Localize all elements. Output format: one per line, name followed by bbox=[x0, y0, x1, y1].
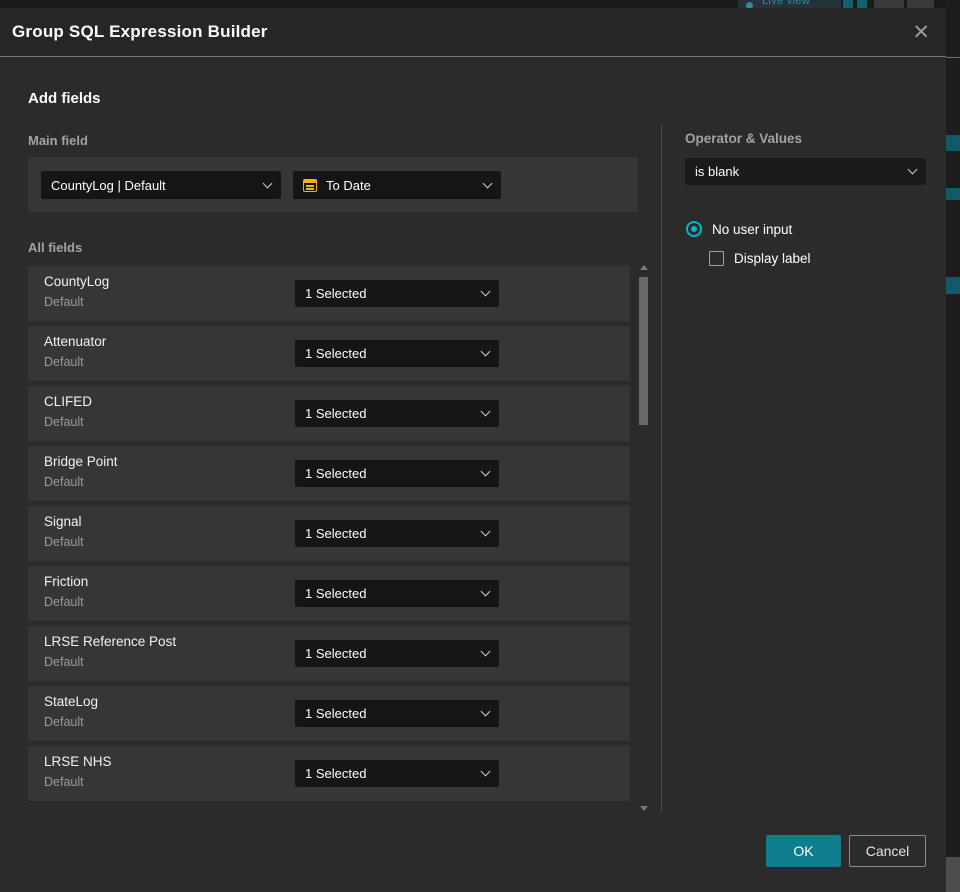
chevron-down-icon bbox=[480, 646, 491, 657]
selection-count: 1 Selected bbox=[305, 766, 367, 781]
radio-selected-icon bbox=[686, 221, 702, 237]
main-field-dropdown-value: CountyLog | Default bbox=[51, 177, 166, 193]
dialog-header: Group SQL Expression Builder ✕ bbox=[0, 8, 946, 57]
selection-count: 1 Selected bbox=[305, 286, 367, 301]
chevron-down-icon bbox=[480, 526, 491, 537]
list-item: Friction Default 1 Selected bbox=[28, 566, 630, 621]
list-item: Attenuator Default 1 Selected bbox=[28, 326, 630, 381]
field-selection-dropdown[interactable]: 1 Selected bbox=[295, 400, 499, 427]
field-subtitle: Default bbox=[44, 535, 84, 549]
scroll-up-icon[interactable] bbox=[639, 265, 648, 270]
field-name: LRSE Reference Post bbox=[44, 634, 177, 649]
chevron-down-icon bbox=[480, 586, 491, 597]
main-field-dropdown[interactable]: CountyLog | Default bbox=[41, 171, 281, 199]
field-subtitle: Default bbox=[44, 655, 84, 669]
field-subtitle: Default bbox=[44, 715, 84, 729]
list-item: CLIFED Default 1 Selected bbox=[28, 386, 630, 441]
close-icon[interactable]: ✕ bbox=[912, 22, 930, 43]
field-name: Signal bbox=[44, 514, 82, 529]
field-name: Friction bbox=[44, 574, 89, 589]
selection-count: 1 Selected bbox=[305, 346, 367, 361]
selection-count: 1 Selected bbox=[305, 466, 367, 481]
field-subtitle: Default bbox=[44, 355, 84, 369]
field-type-dropdown[interactable]: To Date bbox=[293, 171, 501, 199]
screen: Live view Group SQL Expression Builder ✕… bbox=[0, 0, 960, 892]
field-selection-dropdown[interactable]: 1 Selected bbox=[295, 460, 499, 487]
chevron-down-icon bbox=[480, 286, 491, 297]
chevron-down-icon bbox=[482, 178, 493, 188]
live-view-label: Live view bbox=[762, 0, 810, 7]
main-field-panel: CountyLog | Default To Date bbox=[28, 157, 638, 212]
all-fields-label: All fields bbox=[28, 240, 83, 255]
operator-values-label: Operator & Values bbox=[685, 131, 803, 146]
backdrop-fragment bbox=[874, 0, 904, 8]
field-subtitle: Default bbox=[44, 775, 84, 789]
no-user-input-radio[interactable]: No user input bbox=[686, 221, 792, 237]
live-view-chip: Live view bbox=[738, 0, 841, 8]
backdrop-fragment bbox=[843, 0, 853, 8]
field-selection-dropdown[interactable]: 1 Selected bbox=[295, 280, 499, 307]
add-fields-heading: Add fields bbox=[28, 90, 101, 107]
field-selection-dropdown[interactable]: 1 Selected bbox=[295, 580, 499, 607]
backdrop-fragment bbox=[946, 135, 960, 151]
field-name: LRSE NHS bbox=[44, 754, 112, 769]
operator-dropdown[interactable]: is blank bbox=[685, 158, 926, 185]
chevron-down-icon bbox=[480, 346, 491, 357]
operator-dropdown-value: is blank bbox=[695, 164, 740, 179]
backdrop-fragment bbox=[946, 277, 960, 294]
calendar-icon bbox=[303, 179, 317, 192]
list-item: Signal Default 1 Selected bbox=[28, 506, 630, 561]
field-name: CountyLog bbox=[44, 274, 110, 289]
field-subtitle: Default bbox=[44, 475, 84, 489]
selection-count: 1 Selected bbox=[305, 586, 367, 601]
chevron-down-icon bbox=[907, 164, 918, 175]
selection-count: 1 Selected bbox=[305, 706, 367, 721]
selection-count: 1 Selected bbox=[305, 526, 367, 541]
field-selection-dropdown[interactable]: 1 Selected bbox=[295, 760, 499, 787]
selection-count: 1 Selected bbox=[305, 646, 367, 661]
checkbox-unchecked-icon bbox=[709, 251, 724, 266]
field-name: CLIFED bbox=[44, 394, 93, 409]
chevron-down-icon bbox=[480, 766, 491, 777]
backdrop-right-strip bbox=[946, 0, 960, 892]
list-item: Bridge Point Default 1 Selected bbox=[28, 446, 630, 501]
field-name: Attenuator bbox=[44, 334, 107, 349]
scrollbar-thumb[interactable] bbox=[639, 277, 648, 425]
list-item: LRSE NHS Default 1 Selected bbox=[28, 746, 630, 801]
list-item: CountyLog Default 1 Selected bbox=[28, 266, 630, 321]
backdrop-fragment bbox=[857, 0, 867, 8]
chevron-down-icon bbox=[262, 178, 273, 188]
field-type-dropdown-value: To Date bbox=[326, 177, 371, 193]
selection-count: 1 Selected bbox=[305, 406, 367, 421]
list-scrollbar[interactable] bbox=[638, 262, 649, 814]
chevron-down-icon bbox=[480, 406, 491, 417]
main-field-label: Main field bbox=[28, 133, 88, 148]
display-label-text: Display label bbox=[734, 251, 811, 266]
field-subtitle: Default bbox=[44, 595, 84, 609]
field-name: Bridge Point bbox=[44, 454, 118, 469]
list-item: LRSE Reference Post Default 1 Selected bbox=[28, 626, 630, 681]
backdrop-fragment bbox=[946, 857, 960, 892]
field-selection-dropdown[interactable]: 1 Selected bbox=[295, 340, 499, 367]
cancel-button[interactable]: Cancel bbox=[849, 835, 926, 867]
list-item: StateLog Default 1 Selected bbox=[28, 686, 630, 741]
dialog-title: Group SQL Expression Builder bbox=[12, 22, 268, 41]
no-user-input-label: No user input bbox=[712, 221, 793, 237]
field-subtitle: Default bbox=[44, 295, 84, 309]
backdrop-fragment bbox=[907, 0, 934, 8]
ok-button[interactable]: OK bbox=[766, 835, 841, 867]
backdrop-fragment bbox=[946, 188, 960, 200]
field-selection-dropdown[interactable]: 1 Selected bbox=[295, 640, 499, 667]
chevron-down-icon bbox=[480, 466, 491, 477]
display-label-checkbox[interactable]: Display label bbox=[709, 251, 811, 266]
group-sql-expression-builder-dialog: Group SQL Expression Builder ✕ Add field… bbox=[0, 8, 946, 892]
field-name: StateLog bbox=[44, 694, 99, 709]
backdrop-fragment bbox=[946, 57, 960, 58]
chevron-down-icon bbox=[480, 706, 491, 717]
scroll-down-icon[interactable] bbox=[639, 806, 648, 811]
field-selection-dropdown[interactable]: 1 Selected bbox=[295, 520, 499, 547]
field-subtitle: Default bbox=[44, 415, 84, 429]
field-selection-dropdown[interactable]: 1 Selected bbox=[295, 700, 499, 727]
panel-divider bbox=[661, 125, 662, 812]
